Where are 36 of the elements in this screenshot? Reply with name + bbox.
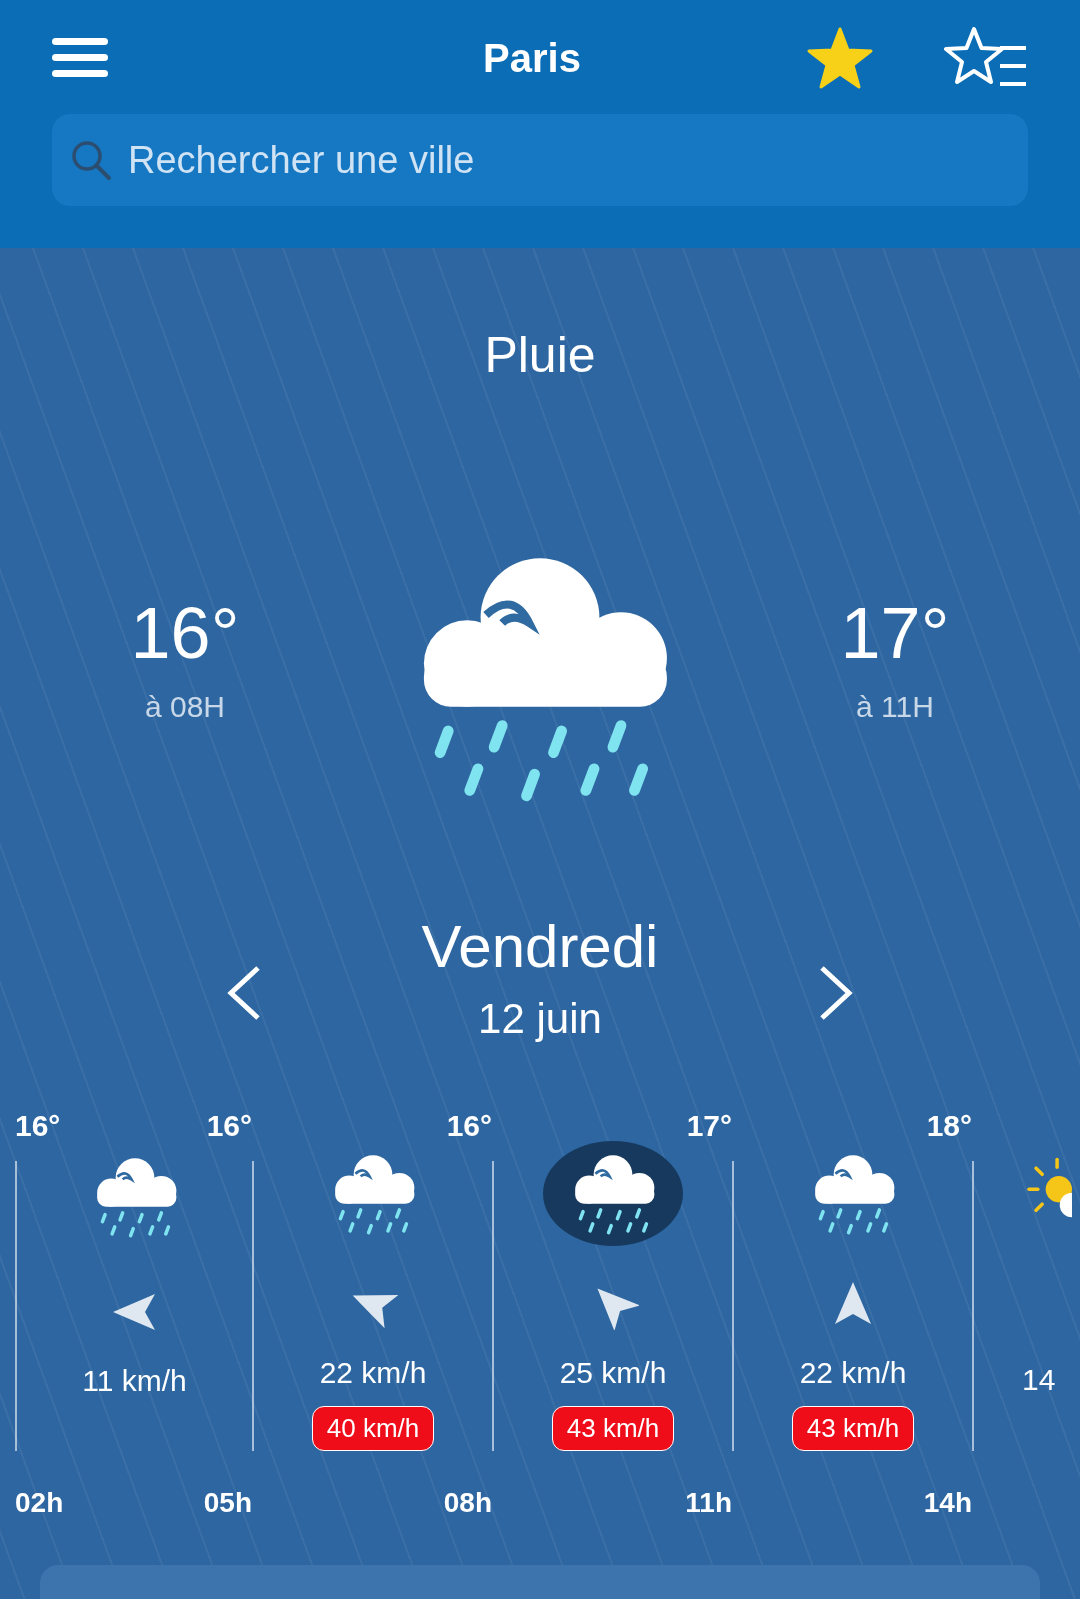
- hour-temperature: 18°: [926, 1109, 972, 1143]
- hour-temperature: 16°: [446, 1109, 492, 1143]
- hour-label: 02h: [15, 1487, 64, 1519]
- chevron-left-icon: [225, 964, 262, 1021]
- next-day-button[interactable]: [818, 964, 855, 1021]
- hour-temperature: 17°: [686, 1109, 732, 1143]
- menu-button[interactable]: [52, 36, 108, 80]
- search-field[interactable]: Rechercher une ville: [128, 138, 1010, 182]
- previous-day-button[interactable]: [225, 964, 262, 1021]
- favorite-star-icon[interactable]: [806, 26, 874, 90]
- day-name: Vendredi: [421, 912, 659, 981]
- menu-icon: [52, 36, 108, 80]
- hour-label: 14h: [923, 1487, 972, 1519]
- hour-label: 08h: [443, 1487, 492, 1519]
- gust-badge: 43 km/h: [551, 1406, 675, 1451]
- hour-label: 11h: [685, 1487, 732, 1519]
- search-bar[interactable]: Rechercher une ville: [52, 114, 1028, 206]
- gust-badge: 43 km/h: [791, 1406, 915, 1451]
- max-temperature: 17°: [840, 592, 950, 674]
- search-icon: [70, 139, 112, 181]
- wind-speed: 11 km/h: [82, 1363, 187, 1398]
- hour-temperature: 16°: [15, 1109, 61, 1143]
- max-temperature-time: à 11H: [856, 690, 934, 724]
- hour-temperature: 16°: [206, 1109, 252, 1143]
- hour-label: 05h: [203, 1487, 252, 1519]
- min-temperature: 16°: [130, 592, 240, 674]
- chevron-right-icon: [818, 964, 855, 1021]
- city-title: Paris: [482, 35, 582, 81]
- wind-speed: 22 km/h: [319, 1356, 427, 1390]
- wind-speed: 25 km/h: [559, 1356, 667, 1390]
- gust-badge: 40 km/h: [311, 1406, 435, 1451]
- day-date: 12 juin: [478, 995, 602, 1043]
- min-temperature-time: à 08H: [144, 690, 226, 724]
- wind-speed: 14: [1022, 1363, 1056, 1398]
- condition-label: Pluie: [484, 326, 596, 384]
- wind-speed: 22 km/h: [799, 1356, 907, 1390]
